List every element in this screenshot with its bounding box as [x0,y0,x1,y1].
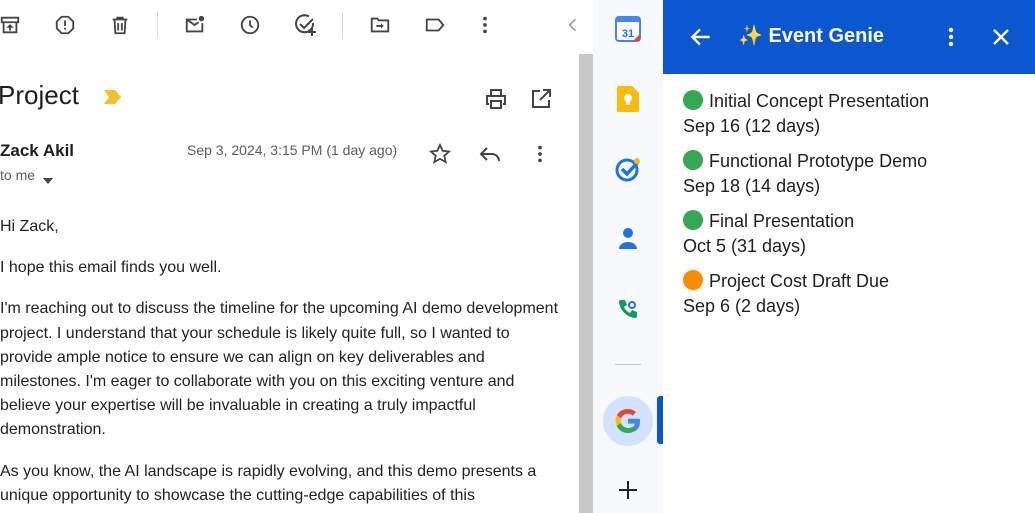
close-icon [993,29,1009,45]
print-icon [486,89,506,109]
email-date: Sep 3, 2024, 3:15 PM (1 day ago) [187,142,398,158]
email-body: Hi Zack, I hope this email finds you wel… [0,215,560,513]
delete-button[interactable] [106,11,134,39]
contacts-icon [619,228,637,249]
event-genie-panel: ✨ Event Genie Initial Concept Presentati… [663,0,1035,513]
archive-icon [0,16,20,34]
tasks-app-button[interactable] [610,151,646,187]
status-dot-icon [683,90,703,110]
more-vert-icon [538,145,542,163]
more-vert-icon [948,27,954,47]
event-item[interactable]: Initial Concept Presentation Sep 16 (12 … [683,89,1023,149]
body-paragraph: As you know, the AI landscape is rapidly… [0,462,537,504]
event-title: Final Presentation [709,211,855,231]
email-pane: Project Zack Akil to me Sep 3, 2024, 3:1… [0,0,580,513]
panel-title: ✨ Event Genie [738,25,885,47]
report-spam-button[interactable] [51,11,79,39]
back-button[interactable] [683,19,719,55]
archive-button[interactable] [0,11,24,39]
add-to-tasks-icon [295,14,316,36]
event-date: Sep 18 (14 days) [683,176,821,196]
caret-down-icon[interactable] [42,172,54,190]
label-button[interactable] [421,11,449,39]
mark-unread-icon [185,15,205,33]
report-spam-icon [55,15,75,35]
event-date: Sep 16 (12 days) [683,116,821,136]
more-vert-icon [483,16,487,34]
subject-row: Project [0,78,580,118]
status-dot-icon [683,150,703,170]
event-item[interactable]: Final Presentation Oct 5 (31 days) [683,209,1023,269]
move-to-button[interactable] [366,11,394,39]
recipient-label[interactable]: to me [0,167,35,183]
delete-icon [112,16,128,35]
body-paragraph: I'm reaching out to discuss the timeline… [0,300,559,439]
event-item[interactable]: Project Cost Draft Due Sep 6 (2 days) [683,269,1023,329]
event-date: Sep 6 (2 days) [683,296,801,316]
body-paragraph: I hope this email finds you well. [0,259,222,277]
event-title: Initial Concept Presentation [709,91,930,111]
message-more-button[interactable] [527,141,553,167]
email-subject: Project [0,80,79,110]
snooze-button[interactable] [236,11,264,39]
calendar-app-button[interactable]: 31 [610,11,646,47]
phone-icon [619,300,637,318]
collapse-button[interactable] [563,15,580,40]
calendar-icon: 31 [615,16,641,42]
close-panel-button[interactable] [983,19,1019,55]
chevron-left-icon [568,18,577,32]
keep-icon [617,86,639,112]
event-list: Initial Concept Presentation Sep 16 (12 … [683,89,1023,329]
arrow-back-icon [690,28,710,46]
label-icon [425,18,445,32]
status-dot-icon [683,270,703,290]
email-scrollbar[interactable] [579,54,593,513]
strip-divider [615,364,641,365]
body-paragraph: Hi Zack, [0,218,59,235]
event-genie-addon-button[interactable] [603,396,653,446]
move-to-icon [370,17,390,33]
panel-more-button[interactable] [933,19,969,55]
keep-app-button[interactable] [610,81,646,117]
add-icon [619,481,637,499]
toolbar-divider [342,12,343,38]
mark-unread-button[interactable] [181,11,209,39]
more-options-button[interactable] [471,11,499,39]
sender-name: Zack Akil [0,141,75,160]
star-icon [428,142,452,164]
open-in-new-icon [532,89,551,108]
reply-icon [479,147,500,162]
event-title: Functional Prototype Demo [709,151,928,171]
snooze-icon [240,15,260,35]
add-to-tasks-button[interactable] [291,11,319,39]
important-marker-icon[interactable] [104,89,122,110]
email-toolbar [0,0,580,50]
voice-app-button[interactable] [610,291,646,327]
panel-header: ✨ Event Genie [663,0,1035,74]
print-button[interactable] [483,86,509,112]
event-date: Oct 5 (31 days) [683,236,807,256]
event-title: Project Cost Draft Due [709,271,890,291]
reply-button[interactable] [477,141,503,167]
status-dot-icon [683,210,703,230]
star-button[interactable] [427,141,453,167]
contacts-app-button[interactable] [610,221,646,257]
tasks-icon [615,158,640,182]
event-item[interactable]: Functional Prototype Demo Sep 18 (14 day… [683,149,1023,209]
sender-row: Zack Akil to me Sep 3, 2024, 3:15 PM (1 … [0,138,580,188]
get-addons-button[interactable] [610,472,646,508]
side-app-strip: 31 [593,0,663,513]
calendar-day-number: 31 [622,28,634,40]
open-new-window-button[interactable] [528,86,554,112]
toolbar-divider [157,12,158,38]
google-g-icon [615,408,641,434]
